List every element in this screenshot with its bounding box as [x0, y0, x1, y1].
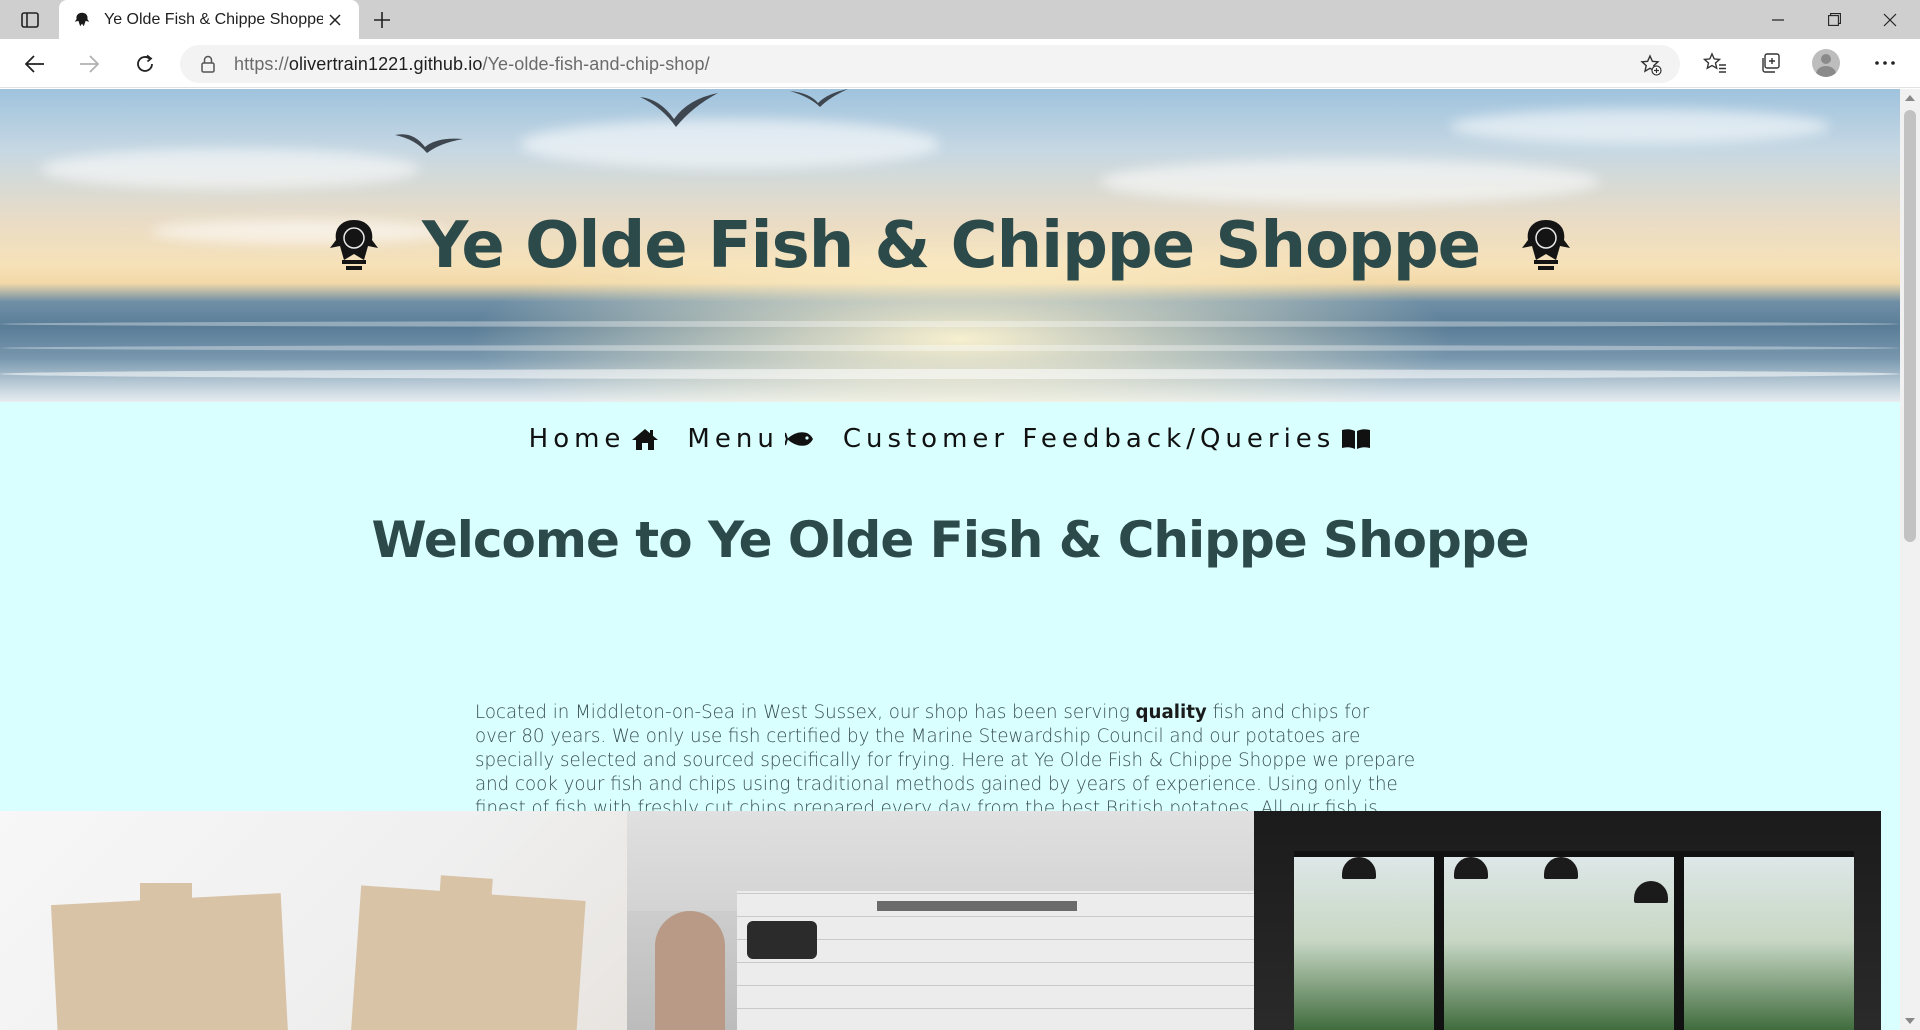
hero-cloud [1100, 159, 1600, 204]
seagull-icon [395, 134, 463, 153]
minimize-icon[interactable] [1750, 0, 1806, 39]
tab-title: Ye Olde Fish & Chippe Shoppe [104, 10, 323, 28]
site-favicon-icon [72, 10, 92, 30]
nav-menu-label: Menu [687, 424, 779, 454]
hero-title-row: Ye Olde Fish & Chippe Shoppe [0, 209, 1900, 283]
intro-text-start: Located in Middleton-on-Sea in West Suss… [475, 702, 1136, 723]
forward-icon[interactable] [72, 47, 106, 81]
tab-actions-icon[interactable] [12, 6, 48, 34]
url-text[interactable]: https://olivertrain1221.github.io/Ye-old… [234, 54, 710, 75]
window-frame [1434, 851, 1444, 1030]
chef-figure [655, 911, 725, 1030]
lock-icon[interactable] [198, 54, 218, 74]
takeaway-box-tab [439, 875, 493, 903]
seagull-icon [640, 93, 718, 127]
kitchen-shelf [877, 901, 1077, 911]
hero-cloud [520, 119, 940, 169]
hero-cloud [40, 149, 420, 189]
nav-feedback-label: Customer Feedback/Queries [842, 424, 1336, 454]
intro-emphasis: quality [1135, 702, 1207, 723]
url-prefix: https:// [234, 53, 289, 74]
favorites-icon[interactable] [1700, 48, 1730, 78]
hero-banner: Ye Olde Fish & Chippe Shoppe [0, 89, 1900, 402]
hero-wave [0, 345, 1900, 351]
crest-logo-icon [329, 220, 378, 270]
hero-wave [0, 321, 1900, 327]
takeaway-box [349, 885, 586, 1030]
kitchen-lamp [747, 921, 817, 959]
scroll-thumb[interactable] [1904, 110, 1916, 542]
seagull-icon [790, 89, 848, 107]
page-scrollbar[interactable] [1900, 89, 1920, 1030]
site-title: Ye Olde Fish & Chippe Shoppe [421, 209, 1481, 283]
gallery-photo-takeaway-boxes [0, 811, 627, 1030]
hero-wave [0, 369, 1900, 379]
browser-tab-bar: Ye Olde Fish & Chippe Shoppe [0, 0, 1920, 39]
url-path: /Ye-olde-fish-and-chip-shop/ [482, 53, 710, 74]
page-viewport: Ye Olde Fish & Chippe Shoppe Home Menu C… [0, 89, 1900, 1030]
scroll-up-icon[interactable] [1905, 95, 1915, 101]
window-close-icon[interactable] [1862, 0, 1918, 39]
browser-toolbar: https://olivertrain1221.github.io/Ye-old… [0, 39, 1920, 88]
book-icon [1341, 428, 1371, 450]
window-frame [1294, 851, 1854, 857]
nav-menu-link[interactable]: Menu [687, 424, 814, 454]
browser-tab[interactable]: Ye Olde Fish & Chippe Shoppe [59, 0, 359, 39]
welcome-heading: Welcome to Ye Olde Fish & Chippe Shoppe [371, 511, 1529, 569]
avatar [1812, 49, 1840, 77]
photo-gallery [0, 811, 1882, 1030]
home-icon [631, 427, 659, 451]
restore-icon[interactable] [1806, 0, 1862, 39]
nav-feedback-link[interactable]: Customer Feedback/Queries [843, 424, 1372, 454]
close-icon[interactable] [323, 8, 347, 32]
fish-icon [784, 429, 815, 449]
back-icon[interactable] [18, 47, 52, 81]
url-host: olivertrain1221.github.io [288, 53, 483, 74]
kitchen-tiled-wall [737, 891, 1254, 1030]
crest-logo-icon [1522, 220, 1571, 270]
nav-home-label: Home [528, 424, 626, 454]
add-favorite-icon[interactable] [1640, 54, 1662, 76]
scroll-down-icon[interactable] [1905, 1018, 1915, 1024]
takeaway-box [50, 893, 290, 1030]
gallery-photo-kitchen [627, 811, 1254, 1030]
main-nav: Home Menu Customer Feedback/Queries [0, 419, 1900, 459]
more-icon[interactable] [1870, 48, 1900, 78]
hero-cloud [1450, 109, 1830, 144]
new-tab-icon[interactable] [368, 6, 396, 34]
window-frame [1674, 851, 1684, 1030]
address-bar[interactable]: https://olivertrain1221.github.io/Ye-old… [180, 45, 1680, 83]
takeaway-box-tab [140, 883, 192, 905]
collections-icon[interactable] [1755, 48, 1785, 78]
gallery-photo-shop-interior [1254, 811, 1881, 1030]
nav-home-link[interactable]: Home [529, 424, 660, 454]
profile-icon[interactable] [1811, 48, 1841, 78]
reload-icon[interactable] [128, 47, 162, 81]
